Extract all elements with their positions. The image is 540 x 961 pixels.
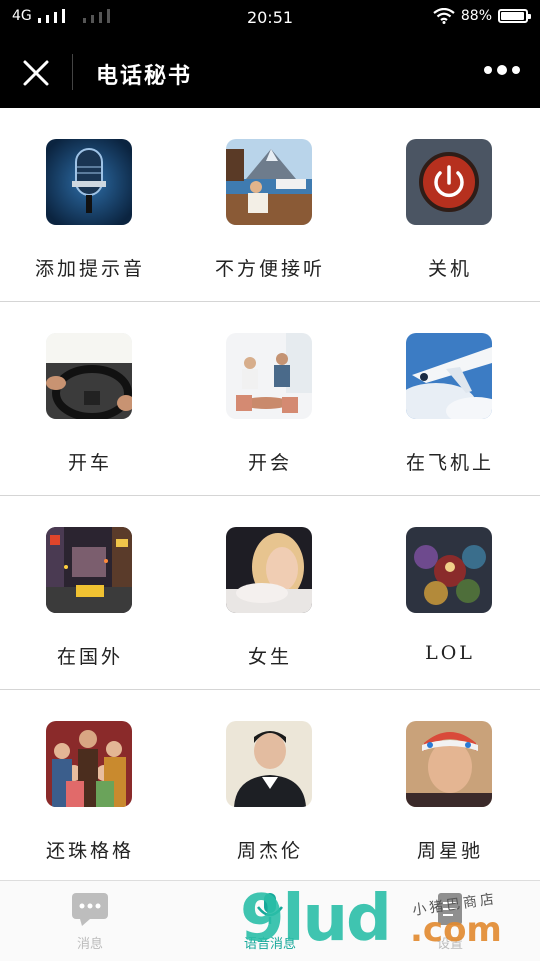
- grid-item-busy[interactable]: 不方便接听: [180, 108, 360, 301]
- more-dot: [512, 66, 520, 74]
- grid-item-label: 还珠格格: [45, 840, 134, 862]
- more-button[interactable]: [484, 65, 520, 75]
- nav-divider: [72, 54, 73, 90]
- more-dot: [497, 65, 507, 75]
- nav-bar: 电话秘书: [0, 36, 540, 108]
- grid-item-abroad[interactable]: 在国外: [0, 496, 180, 689]
- grid-row: 添加提示音 不方便接听 关机: [0, 108, 540, 302]
- grid-item-label: LOL: [425, 642, 475, 664]
- grid-item-meeting[interactable]: 开会: [180, 302, 360, 495]
- grid-item-power-off[interactable]: 关机: [360, 108, 540, 301]
- grid-item-girl[interactable]: 女生: [180, 496, 360, 689]
- grid-item-on-plane[interactable]: 在飞机上: [360, 302, 540, 495]
- actor-photo-icon: [406, 721, 492, 807]
- drama-cast-photo-icon: [46, 721, 132, 807]
- grid-item-add-tone[interactable]: 添加提示音: [0, 108, 180, 301]
- power-icon: [406, 139, 492, 225]
- grid-item-lol[interactable]: LOL: [360, 496, 540, 689]
- tab-voice-messages[interactable]: 语音消息: [180, 881, 360, 961]
- girl-photo-icon: [226, 527, 312, 613]
- battery-percent: 88%: [460, 8, 492, 24]
- scene-grid: 添加提示音 不方便接听 关机 开车 开会 在飞机上 在国外 女生 LOL 还珠格…: [0, 108, 540, 883]
- grid-item-driving[interactable]: 开车: [0, 302, 180, 495]
- wifi-icon: [433, 8, 455, 24]
- grid-row: 还珠格格 周杰伦 周星驰: [0, 690, 540, 883]
- grid-item-label: 周杰伦: [236, 840, 303, 862]
- tab-label: 消息: [76, 937, 103, 952]
- grid-item-stephen-chow[interactable]: 周星驰: [360, 690, 540, 882]
- close-icon: [23, 60, 49, 86]
- voice-icon: [250, 891, 290, 927]
- singer-photo-icon: [226, 721, 312, 807]
- tab-bar: 消息 语音消息 设置: [0, 880, 540, 961]
- page-title: 电话秘书: [96, 63, 193, 89]
- grid-item-huanzhu[interactable]: 还珠格格: [0, 690, 180, 882]
- grid-item-label: 开车: [67, 452, 112, 474]
- grid-item-label: 开会: [247, 452, 292, 474]
- lake-photo-icon: [226, 139, 312, 225]
- city-street-photo-icon: [46, 527, 132, 613]
- grid-item-label: 关机: [427, 258, 472, 280]
- airplane-photo-icon: [406, 333, 492, 419]
- grid-item-label: 周星驰: [416, 840, 483, 862]
- tab-messages[interactable]: 消息: [0, 881, 180, 961]
- tab-settings[interactable]: 设置: [360, 881, 540, 961]
- chat-bubble-icon: [70, 891, 110, 927]
- grid-item-label: 在飞机上: [405, 452, 494, 474]
- grid-item-label: 女生: [247, 646, 292, 668]
- grid-item-label: 不方便接听: [214, 258, 325, 280]
- grid-item-jay-chou[interactable]: 周杰伦: [180, 690, 360, 882]
- game-art-photo-icon: [406, 527, 492, 613]
- grid-row: 开车 开会 在飞机上: [0, 302, 540, 496]
- tab-label: 设置: [436, 937, 463, 952]
- more-dot: [484, 66, 492, 74]
- microphone-icon: [46, 139, 132, 225]
- grid-item-label: 在国外: [56, 646, 123, 668]
- steering-wheel-photo-icon: [46, 333, 132, 419]
- document-icon: [430, 891, 470, 927]
- grid-row: 在国外 女生 LOL: [0, 496, 540, 690]
- tab-label: 语音消息: [243, 937, 296, 952]
- meeting-photo-icon: [226, 333, 312, 419]
- battery-icon: [498, 9, 531, 23]
- grid-item-label: 添加提示音: [34, 258, 145, 280]
- status-bar: 4G 20:51 88%: [0, 0, 540, 36]
- close-button[interactable]: [20, 58, 52, 88]
